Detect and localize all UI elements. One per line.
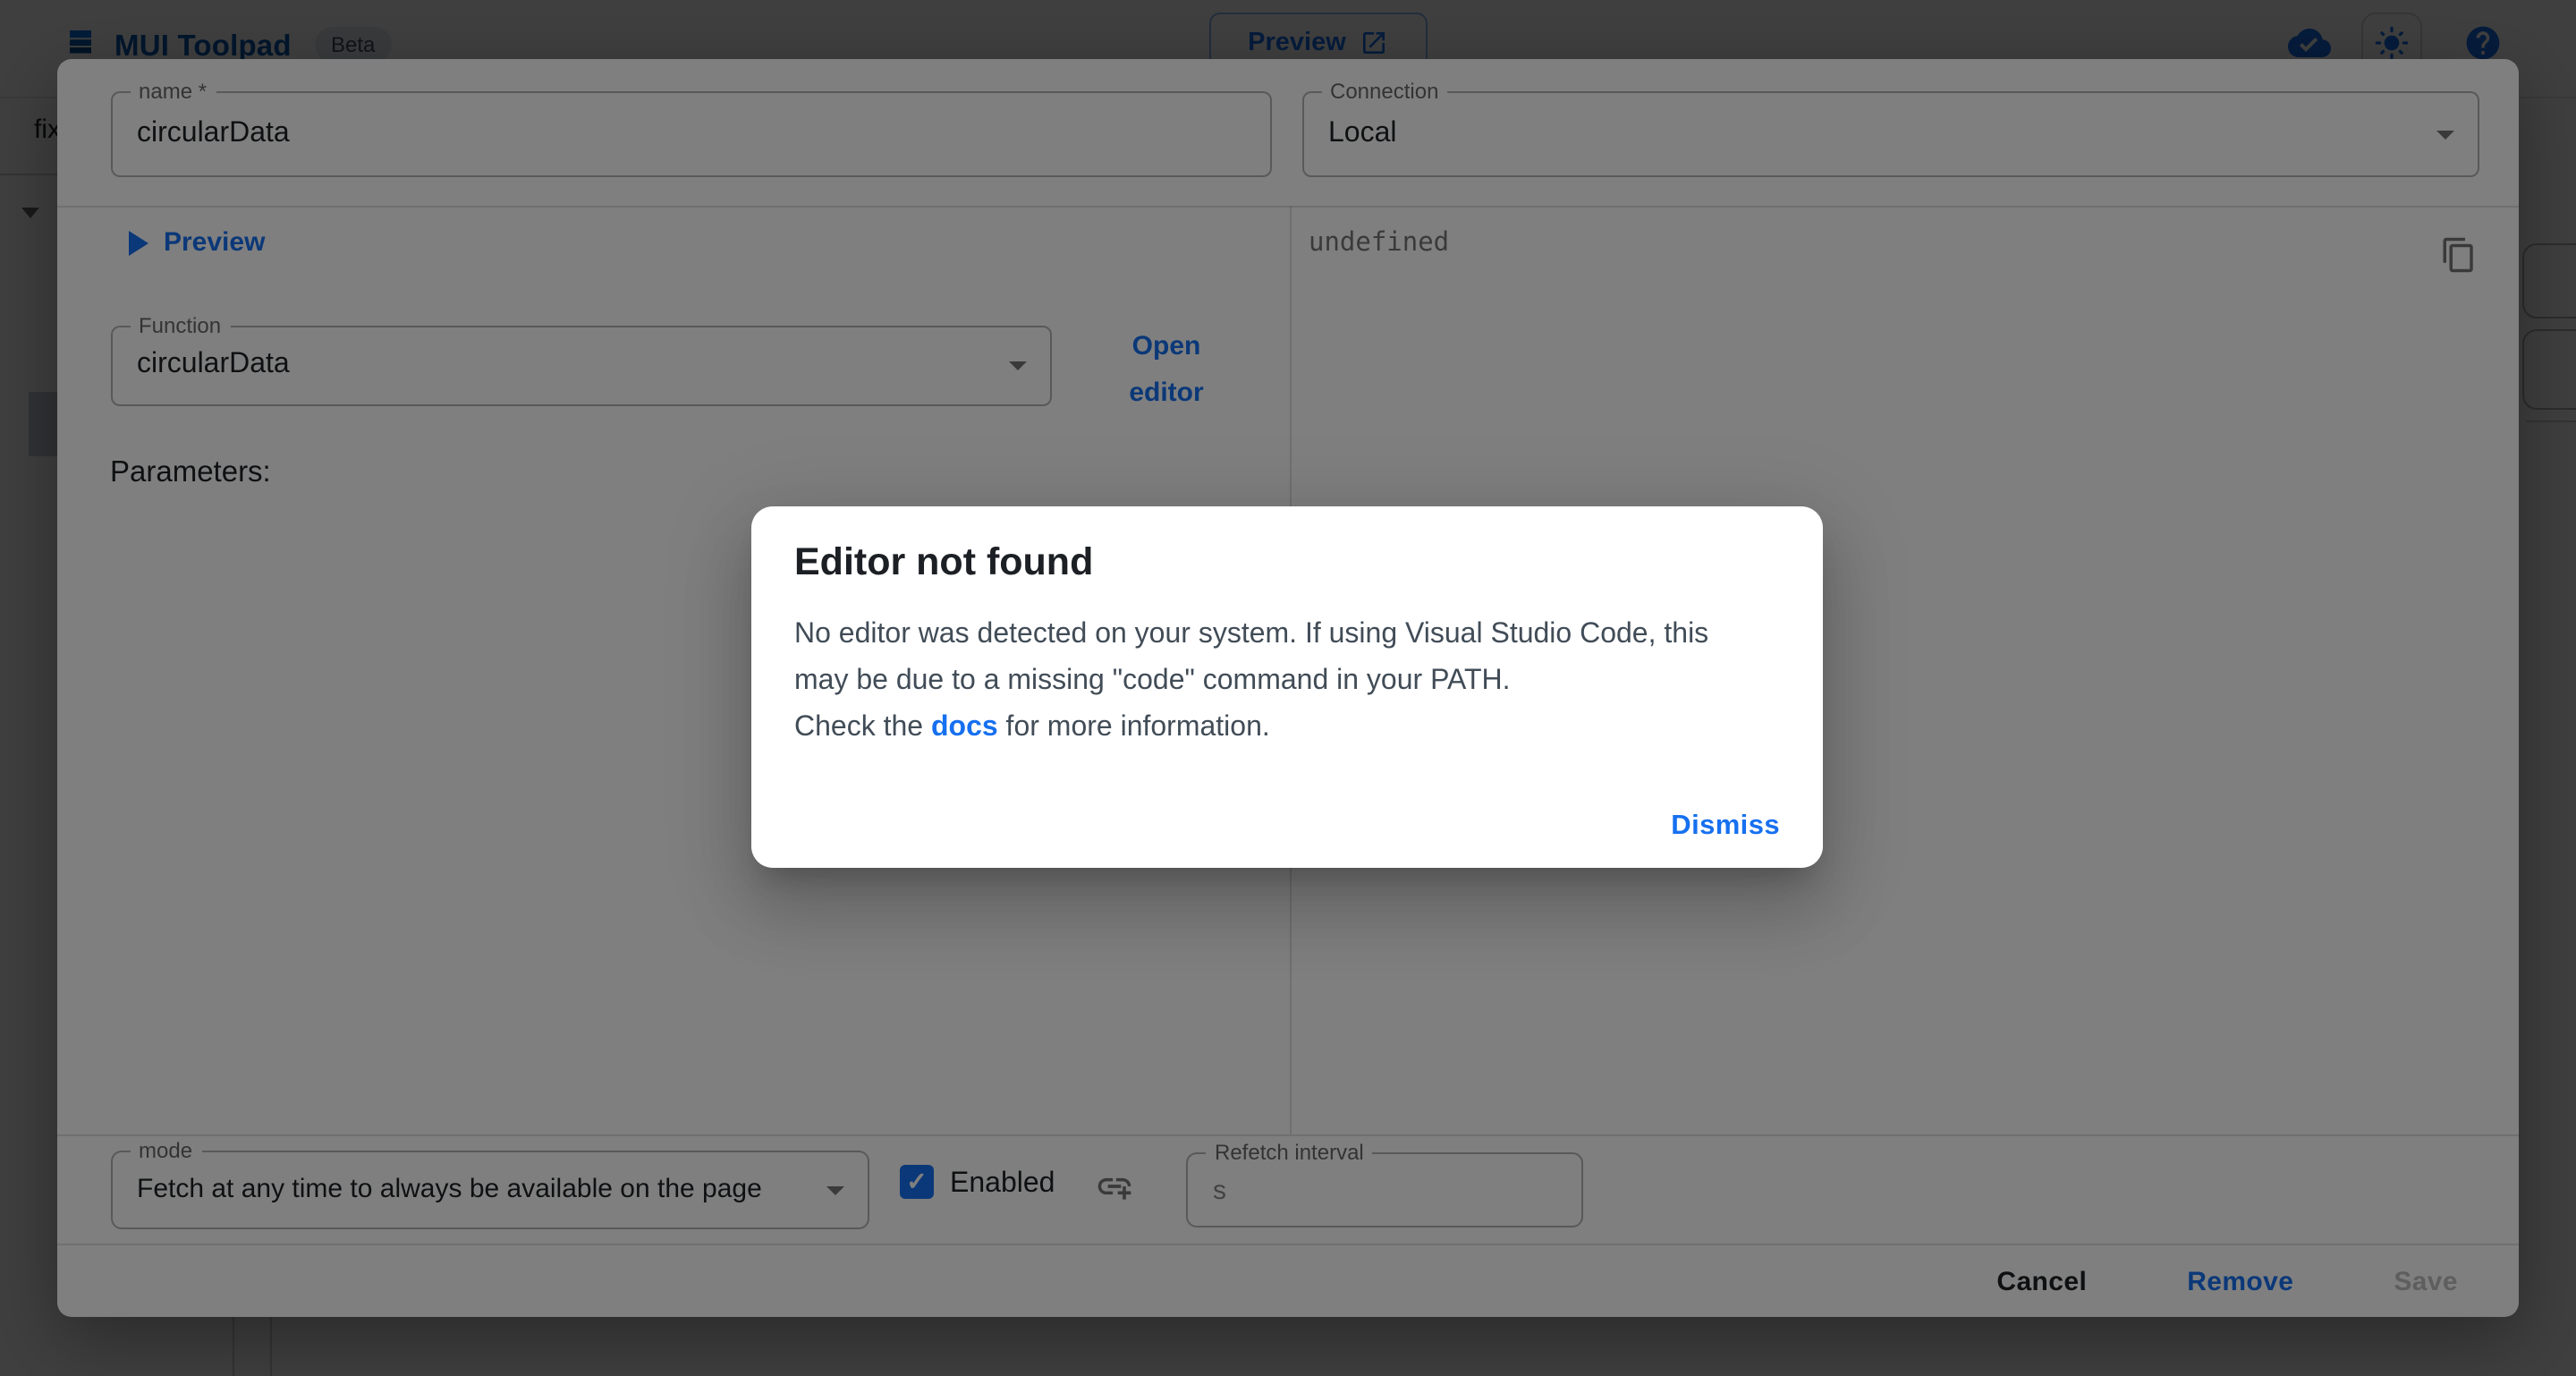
dialog-title: Editor not found <box>794 540 1093 585</box>
dialog-body-line-2: may be due to a missing "code" command i… <box>794 658 1787 705</box>
dialog-body-line-3: Check the docs for more information. <box>794 705 1787 752</box>
dialog-body-check-prefix: Check the <box>794 712 931 743</box>
editor-not-found-dialog: Editor not found No editor was detected … <box>751 506 1823 868</box>
dialog-body: No editor was detected on your system. I… <box>794 612 1787 752</box>
screen: MUI Toolpad Beta Preview <box>0 0 2576 1376</box>
dialog-body-check-suffix: for more information. <box>998 712 1270 743</box>
dialog-body-line-1: No editor was detected on your system. I… <box>794 612 1787 658</box>
dismiss-button[interactable]: Dismiss <box>1660 809 1791 845</box>
docs-link[interactable]: docs <box>931 712 998 743</box>
